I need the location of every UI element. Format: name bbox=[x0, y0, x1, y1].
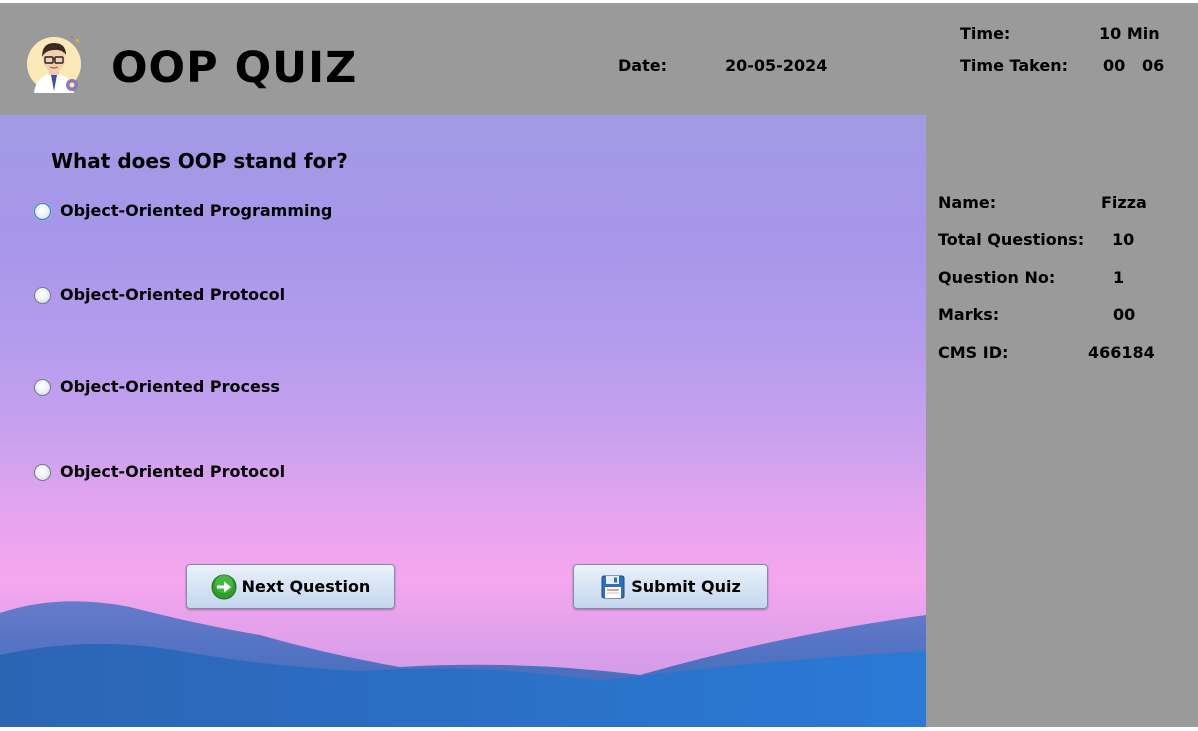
option-2-label: Object-Oriented Protocol bbox=[60, 285, 286, 304]
option-1-label: Object-Oriented Programming bbox=[60, 201, 333, 220]
time-taken-label: Time Taken: bbox=[960, 56, 1068, 75]
time-value: 10 Min bbox=[1099, 24, 1160, 43]
question-no-value: 1 bbox=[1113, 268, 1125, 287]
cms-id-value: 466184 bbox=[1088, 343, 1155, 362]
marks-value: 00 bbox=[1113, 305, 1136, 324]
floppy-disk-icon bbox=[601, 575, 625, 598]
question-text: What does OOP stand for? bbox=[51, 149, 348, 173]
question-no-label: Question No: bbox=[938, 268, 1056, 287]
total-questions-value: 10 bbox=[1112, 230, 1135, 249]
option-4-label: Object-Oriented Protocol bbox=[60, 462, 286, 481]
next-question-label: Next Question bbox=[241, 576, 371, 596]
date-value: 20-05-2024 bbox=[725, 56, 828, 75]
option-4[interactable]: Object-Oriented Protocol bbox=[34, 461, 285, 483]
option-3[interactable]: Object-Oriented Process bbox=[34, 376, 280, 398]
option-2[interactable]: Object-Oriented Protocol bbox=[34, 284, 285, 306]
name-label: Name: bbox=[938, 193, 997, 212]
option-3-radio[interactable] bbox=[34, 378, 51, 396]
cms-id-label: CMS ID: bbox=[938, 343, 1009, 362]
date-label: Date: bbox=[618, 56, 667, 75]
submit-quiz-button[interactable]: Submit Quiz bbox=[573, 564, 768, 609]
option-3-label: Object-Oriented Process bbox=[60, 377, 280, 396]
time-taken-minutes: 00 bbox=[1103, 56, 1126, 75]
total-questions-label: Total Questions: bbox=[938, 230, 1085, 249]
quiz-window: OOP QUIZ Date: 20-05-2024 Time: 10 Min T… bbox=[0, 3, 1198, 727]
time-taken-seconds: 06 bbox=[1142, 56, 1165, 75]
time-label: Time: bbox=[960, 24, 1011, 43]
app-title: OOP QUIZ bbox=[111, 43, 358, 93]
name-value: Fizza bbox=[1101, 193, 1147, 212]
question-panel: What does OOP stand for? Object-Oriented… bbox=[0, 115, 926, 727]
option-4-radio[interactable] bbox=[34, 463, 51, 481]
marks-label: Marks: bbox=[938, 305, 1000, 324]
avatar-icon bbox=[27, 36, 81, 93]
next-question-button[interactable]: Next Question bbox=[186, 564, 395, 609]
arrow-right-icon bbox=[211, 574, 237, 599]
option-2-radio[interactable] bbox=[34, 286, 51, 304]
submit-quiz-label: Submit Quiz bbox=[631, 576, 741, 596]
option-1[interactable]: Object-Oriented Programming bbox=[34, 200, 332, 222]
option-1-radio[interactable] bbox=[34, 202, 51, 220]
